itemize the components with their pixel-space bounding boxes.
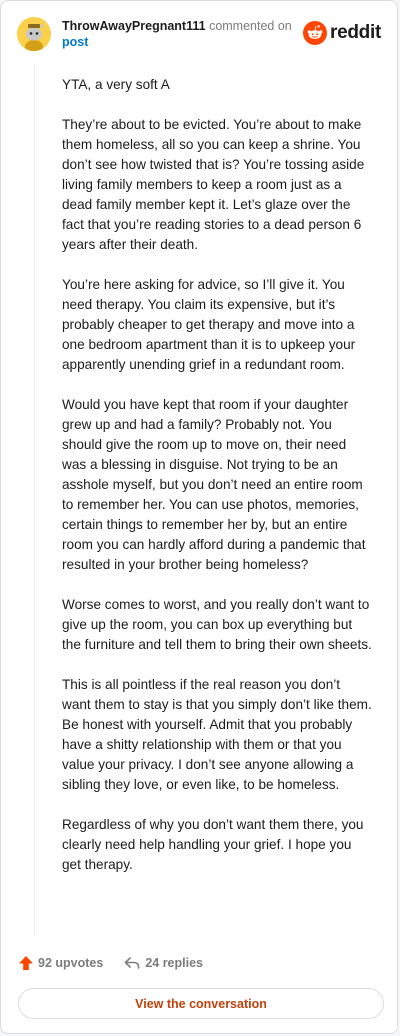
comment-card: ThrowAwayPregnant111 commented on post r… (0, 0, 398, 1034)
view-conversation-button[interactable]: View the conversation (18, 988, 384, 1019)
username-link[interactable]: ThrowAwayPregnant111 (62, 19, 206, 33)
comment-paragraph: Worse comes to worst, and you really don… (62, 597, 372, 652)
reddit-logo[interactable]: reddit (303, 20, 381, 46)
post-link[interactable]: post (62, 34, 312, 50)
commented-on-label: commented on (209, 19, 292, 33)
reddit-wordmark: reddit (330, 22, 381, 43)
comment-paragraph: Would you have kept that room if your da… (62, 397, 366, 572)
upvotes[interactable]: 92 upvotes (18, 955, 103, 971)
comment-header: ThrowAwayPregnant111 commented on post r… (17, 16, 381, 52)
comment-paragraph: You’re here asking for advice, so I’ll g… (62, 277, 356, 372)
reddit-snoo-icon (303, 21, 328, 45)
comment-footer: 92 upvotes 24 replies (18, 953, 203, 973)
replies[interactable]: 24 replies (124, 955, 203, 971)
comment-paragraph: They’re about to be evicted. You’re abou… (62, 117, 365, 252)
comment-meta: ThrowAwayPregnant111 commented on post (62, 18, 312, 50)
snoo-avatar-icon[interactable] (17, 17, 51, 51)
comment-paragraph: YTA, a very soft A (62, 77, 170, 92)
upvote-arrow-icon[interactable] (18, 955, 34, 971)
reply-arrow-icon[interactable] (124, 955, 140, 971)
comment-paragraph: This is all pointless if the real reason… (62, 677, 372, 792)
upvote-count: 92 upvotes (38, 956, 104, 970)
reply-count: 24 replies (145, 956, 203, 970)
comment-paragraph: Regardless of why you don’t want them th… (62, 817, 364, 872)
comment-body: YTA, a very soft A They’re about to be e… (62, 75, 372, 895)
thread-line[interactable] (34, 63, 35, 935)
